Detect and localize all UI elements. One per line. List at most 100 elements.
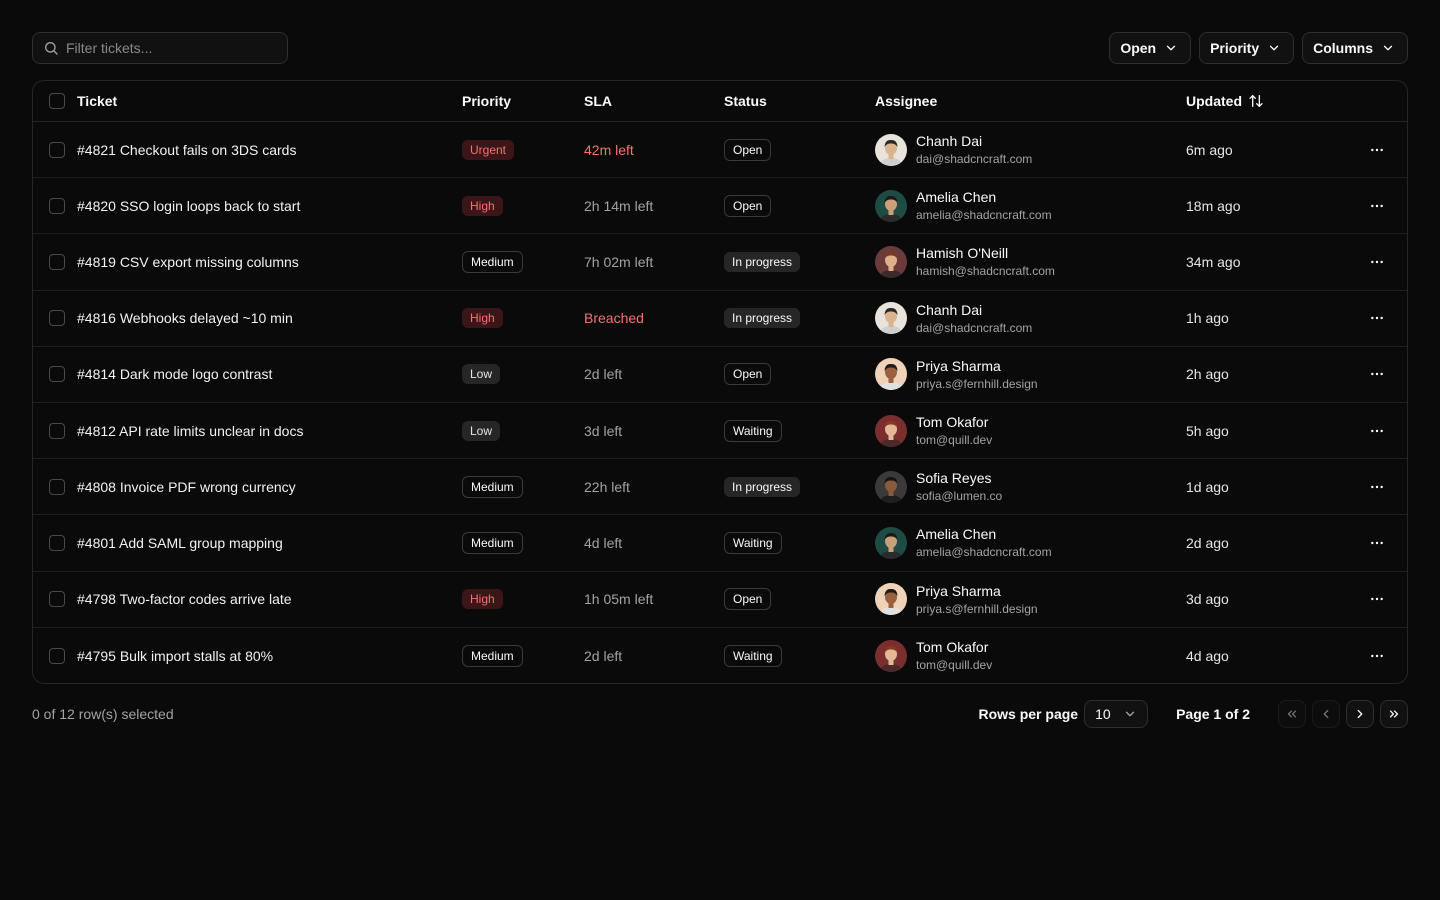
row-select-checkbox[interactable] [49, 534, 65, 551]
ticket-title[interactable]: #4795 Bulk import stalls at 80% [77, 648, 273, 664]
assignee: Amelia Chen amelia@shadcncraft.com [875, 178, 1052, 233]
ticket-title[interactable]: #4808 Invoice PDF wrong currency [77, 479, 296, 495]
updated-time: 2d ago [1186, 534, 1229, 551]
row-actions-button[interactable] [1361, 358, 1393, 390]
row-actions-button[interactable] [1361, 471, 1393, 503]
priority-badge: Medium [462, 250, 523, 273]
rows-per-page-select[interactable]: 10 [1084, 700, 1149, 728]
table-row[interactable]: #4812 API rate limits unclear in docs Low… [33, 403, 1407, 460]
table-row[interactable]: #4820 SSO login loops back to start High 2… [33, 178, 1407, 235]
row-actions-button[interactable] [1361, 640, 1393, 672]
status-badge: Waiting [724, 644, 782, 667]
ticket-title[interactable]: #4819 CSV export missing columns [77, 254, 299, 270]
assignee-name: Sofia Reyes [916, 470, 992, 487]
assignee-email: dai@shadcncraft.com [916, 320, 1033, 335]
assignee-email: tom@quill.dev [916, 658, 993, 673]
table-row[interactable]: #4821 Checkout fails on 3DS cards Urgent 4… [33, 122, 1407, 179]
priority-badge: Urgent [462, 139, 515, 160]
status-badge: In progress [724, 476, 801, 497]
table-row[interactable]: #4814 Dark mode logo contrast Low 2d left O… [33, 347, 1407, 403]
ticket-title[interactable]: #4816 Webhooks delayed ~10 min [77, 310, 293, 326]
sla-remaining: 1h 05m left [584, 591, 654, 608]
status-badge: Open [724, 363, 772, 386]
select-all-checkbox[interactable] [49, 93, 65, 109]
assignee-name: Tom Okafor [916, 639, 989, 656]
arrow-up-down-icon[interactable] [1248, 93, 1264, 109]
avatar [875, 526, 907, 559]
avatar [875, 133, 907, 166]
table-row[interactable]: #4819 CSV export missing columns Medium 7h… [33, 234, 1407, 291]
columns-button-label: Columns [1313, 40, 1373, 56]
updated-time: 18m ago [1186, 197, 1241, 214]
avatar [875, 639, 907, 672]
column-header-updated[interactable]: Updated [1186, 81, 1264, 121]
row-select-checkbox[interactable] [49, 253, 65, 270]
row-actions-button[interactable] [1361, 190, 1393, 222]
status-badge: In progress [724, 308, 801, 329]
ticket-title[interactable]: #4812 API rate limits unclear in docs [77, 423, 303, 439]
last-page-button[interactable] [1380, 700, 1408, 728]
assignee-name: Tom Okafor [916, 414, 989, 431]
ticket-title[interactable]: #4820 SSO login loops back to start [77, 198, 300, 214]
avatar [875, 583, 907, 616]
assignee-email: amelia@shadcncraft.com [916, 545, 1052, 560]
table-row[interactable]: #4816 Webhooks delayed ~10 min High Breach… [33, 291, 1407, 347]
status-filter-button[interactable]: Open [1109, 32, 1192, 64]
search-input[interactable] [66, 40, 266, 56]
more-horizontal-icon [1371, 597, 1383, 601]
row-select-checkbox[interactable] [49, 591, 65, 608]
updated-time: 6m ago [1186, 141, 1233, 158]
assignee: Hamish O'Neill hamish@shadcncraft.com [875, 234, 1055, 289]
next-page-button[interactable] [1346, 700, 1374, 728]
assignee-name: Hamish O'Neill [916, 245, 1009, 262]
search-box[interactable] [32, 32, 288, 64]
ticket-title[interactable]: #4801 Add SAML group mapping [77, 535, 283, 551]
assignee: Tom Okafor tom@quill.dev [875, 628, 993, 683]
row-select-checkbox[interactable] [49, 366, 65, 383]
row-actions-button[interactable] [1361, 415, 1393, 447]
previous-page-button[interactable] [1312, 700, 1340, 728]
priority-badge: High [462, 195, 503, 216]
assignee-name: Chanh Dai [916, 301, 983, 318]
chevron-down-icon [1166, 45, 1176, 51]
assignee-name: Chanh Dai [916, 133, 983, 150]
page-indicator: Page 1 of 2 [1176, 706, 1250, 722]
row-select-checkbox[interactable] [49, 197, 65, 214]
row-select-checkbox[interactable] [49, 647, 65, 664]
ticket-title[interactable]: #4798 Two-factor codes arrive late [77, 591, 292, 607]
priority-badge: Medium [462, 531, 523, 554]
chevrons-right-icon [1389, 710, 1399, 718]
row-actions-button[interactable] [1361, 583, 1393, 615]
priority-filter-button[interactable]: Priority [1199, 32, 1295, 64]
table-row[interactable]: #4798 Two-factor codes arrive late High 1h… [33, 572, 1407, 628]
table-row[interactable]: #4808 Invoice PDF wrong currency Medium 22… [33, 459, 1407, 516]
sla-remaining: 4d left [584, 534, 623, 551]
status-badge: Open [724, 194, 772, 217]
first-page-button[interactable] [1278, 700, 1306, 728]
table-row[interactable]: #4795 Bulk import stalls at 80% Medium 2d … [33, 628, 1407, 683]
chevron-right-icon [1357, 709, 1363, 719]
row-select-checkbox[interactable] [49, 422, 65, 439]
row-select-checkbox[interactable] [49, 141, 65, 158]
tickets-table: Ticket Priority SLA Status Assignee Upda… [32, 80, 1408, 684]
columns-button[interactable]: Columns [1302, 32, 1408, 64]
column-header-sla: SLA [584, 93, 612, 109]
assignee-email: priya.s@fernhill.design [916, 376, 1038, 391]
updated-time: 1h ago [1186, 310, 1229, 327]
row-actions-button[interactable] [1361, 527, 1393, 559]
filter-group: Open Priority Columns [1109, 32, 1408, 64]
row-actions-button[interactable] [1361, 302, 1393, 334]
avatar [875, 189, 907, 222]
priority-badge: High [462, 308, 503, 329]
row-actions-button[interactable] [1361, 134, 1393, 166]
more-horizontal-icon [1371, 654, 1383, 657]
row-actions-button[interactable] [1361, 246, 1393, 278]
ticket-title[interactable]: #4821 Checkout fails on 3DS cards [77, 142, 296, 158]
ticket-title[interactable]: #4814 Dark mode logo contrast [77, 366, 272, 382]
assignee: Chanh Dai dai@shadcncraft.com [875, 291, 1032, 346]
status-badge: Waiting [724, 419, 782, 442]
table-row[interactable]: #4801 Add SAML group mapping Medium 4d lef… [33, 515, 1407, 572]
row-select-checkbox[interactable] [49, 310, 65, 327]
updated-time: 2h ago [1186, 366, 1229, 383]
row-select-checkbox[interactable] [49, 478, 65, 495]
